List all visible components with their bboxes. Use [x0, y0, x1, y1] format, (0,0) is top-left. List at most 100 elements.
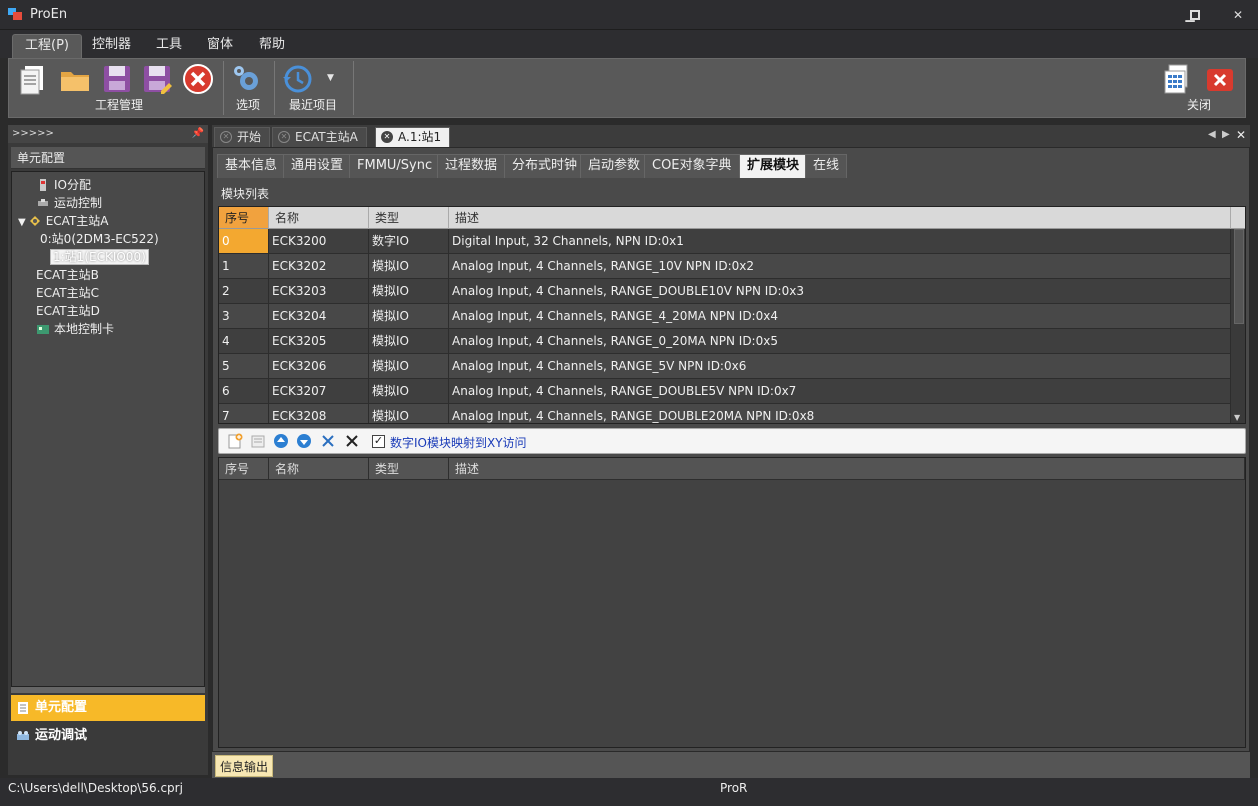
tree-item-station-1[interactable]: 1:站1(ECKIO00): [50, 248, 149, 266]
cell-desc[interactable]: Analog Input, 4 Channels, RANGE_DOUBLE10…: [449, 279, 1231, 304]
table-row[interactable]: 2 ECK3203 模拟IO Analog Input, 4 Channels, RA…: [219, 279, 1231, 304]
cell-index[interactable]: 7: [219, 404, 269, 423]
table-row[interactable]: 7 ECK3208 模拟IO Analog Input, 4 Channels, RA…: [219, 404, 1231, 423]
tree-item-ecat-b[interactable]: ECAT主站B: [36, 266, 99, 284]
cell-type[interactable]: 模拟IO: [369, 279, 449, 304]
col-header-name[interactable]: 名称: [269, 207, 369, 229]
table-row[interactable]: 5 ECK3206 模拟IO Analog Input, 4 Channels, RA…: [219, 354, 1231, 379]
close-window-button[interactable]: ✕: [1224, 5, 1252, 25]
tree-item-motion[interactable]: 运动控制: [36, 194, 102, 212]
panel-header[interactable]: >>>>> 📌: [8, 125, 208, 143]
cell-desc[interactable]: Analog Input, 4 Channels, RANGE_4_20MA N…: [449, 304, 1231, 329]
scroll-thumb[interactable]: [1234, 229, 1244, 324]
scroll-left-icon[interactable]: ◀: [1208, 129, 1216, 140]
subtab-online[interactable]: 在线: [805, 154, 848, 178]
tree-item-ecat-a[interactable]: ▼ ECAT主站A: [18, 212, 108, 230]
close-tab-icon[interactable]: ✕: [381, 131, 393, 143]
tab-ecat-master-a[interactable]: ✕ ECAT主站A: [272, 127, 367, 147]
save-icon[interactable]: [101, 63, 133, 95]
tab-station-1[interactable]: ✕ A.1:站1: [375, 127, 451, 147]
close-tab-icon[interactable]: ✕: [278, 131, 290, 143]
table-row[interactable]: 6 ECK3207 模拟IO Analog Input, 4 Channels, RA…: [219, 379, 1231, 404]
subtab-fmmu[interactable]: FMMU/Sync: [349, 154, 441, 178]
cell-index[interactable]: 5: [219, 354, 269, 379]
cell-type[interactable]: 数字IO: [369, 229, 449, 254]
new-file-icon[interactable]: [17, 63, 49, 95]
subtab-dc[interactable]: 分布式时钟: [504, 154, 586, 178]
close-project-icon[interactable]: [182, 63, 214, 95]
subtab-process-data[interactable]: 过程数据: [437, 154, 506, 178]
insert-module-icon[interactable]: [250, 433, 266, 449]
menu-window[interactable]: 窗体: [195, 34, 245, 58]
subtab-general[interactable]: 通用设置: [283, 154, 352, 178]
cell-desc[interactable]: Analog Input, 4 Channels, RANGE_5V NPN I…: [449, 354, 1231, 379]
cell-index[interactable]: 1: [219, 254, 269, 279]
cell-name[interactable]: ECK3200: [269, 229, 369, 254]
history-icon[interactable]: [281, 63, 313, 95]
cell-desc[interactable]: Analog Input, 4 Channels, RANGE_DOUBLE5V…: [449, 379, 1231, 404]
tab-unit-config[interactable]: 单元配置: [11, 695, 205, 721]
cell-name[interactable]: ECK3208: [269, 404, 369, 423]
subtab-startup[interactable]: 启动参数: [580, 154, 649, 178]
cell-name[interactable]: ECK3204: [269, 304, 369, 329]
cell-name[interactable]: ECK3203: [269, 279, 369, 304]
tree-item-ecat-d[interactable]: ECAT主站D: [36, 302, 100, 320]
col-header-index[interactable]: 序号: [219, 458, 269, 480]
gear-icon[interactable]: [231, 63, 263, 95]
move-up-icon[interactable]: [273, 433, 289, 449]
cell-desc[interactable]: Digital Input, 32 Channels, NPN ID:0x1: [449, 229, 1231, 254]
cell-index[interactable]: 4: [219, 329, 269, 354]
tab-start[interactable]: ✕ 开始: [214, 127, 271, 147]
cell-type[interactable]: 模拟IO: [369, 354, 449, 379]
table-row[interactable]: 3 ECK3204 模拟IO Analog Input, 4 Channels, RA…: [219, 304, 1231, 329]
maximize-button[interactable]: [1181, 5, 1209, 25]
tree-item-io[interactable]: IO分配: [36, 176, 91, 194]
expand-triangle-icon[interactable]: ▼: [18, 217, 26, 228]
cell-index[interactable]: 0: [219, 229, 269, 254]
tree-item-local-card[interactable]: 本地控制卡: [36, 320, 114, 338]
scroll-right-icon[interactable]: ▶: [1222, 129, 1230, 140]
cell-type[interactable]: 模拟IO: [369, 404, 449, 423]
cell-type[interactable]: 模拟IO: [369, 329, 449, 354]
map-xy-label[interactable]: 数字IO模块映射到XY访问: [390, 434, 527, 451]
cell-name[interactable]: ECK3202: [269, 254, 369, 279]
chevron-down-icon[interactable]: ▼: [327, 73, 334, 83]
cell-name[interactable]: ECK3205: [269, 329, 369, 354]
col-header-index[interactable]: 序号: [219, 207, 269, 229]
subtab-ext-module[interactable]: 扩展模块: [739, 154, 808, 178]
document-grid-icon[interactable]: [1161, 63, 1193, 95]
cell-index[interactable]: 2: [219, 279, 269, 304]
clear-icon[interactable]: [344, 433, 360, 449]
save-as-icon[interactable]: [141, 63, 173, 95]
col-header-type[interactable]: 类型: [369, 207, 449, 229]
cell-desc[interactable]: Analog Input, 4 Channels, RANGE_10V NPN …: [449, 254, 1231, 279]
menu-help[interactable]: 帮助: [247, 34, 297, 58]
col-header-desc[interactable]: 描述: [449, 207, 1231, 229]
tab-motion-debug[interactable]: 运动调试: [11, 723, 205, 749]
cell-type[interactable]: 模拟IO: [369, 379, 449, 404]
tab-info-output[interactable]: 信息输出: [215, 755, 273, 777]
close-tab-icon[interactable]: ✕: [220, 131, 232, 143]
scroll-down-icon[interactable]: ▼: [1234, 413, 1240, 422]
cell-desc[interactable]: Analog Input, 4 Channels, RANGE_0_20MA N…: [449, 329, 1231, 354]
table-row[interactable]: 1 ECK3202 模拟IO Analog Input, 4 Channels, RA…: [219, 254, 1231, 279]
menu-controller[interactable]: 控制器: [80, 34, 143, 58]
col-header-desc[interactable]: 描述: [449, 458, 1245, 480]
tree-item-station-0[interactable]: 0:站0(2DM3-EC522): [40, 230, 159, 248]
cell-type[interactable]: 模拟IO: [369, 304, 449, 329]
col-header-name[interactable]: 名称: [269, 458, 369, 480]
menu-project[interactable]: 工程(P): [12, 34, 82, 58]
cell-desc[interactable]: Analog Input, 4 Channels, RANGE_DOUBLE20…: [449, 404, 1231, 423]
close-icon[interactable]: [1204, 63, 1236, 95]
move-down-icon[interactable]: [296, 433, 312, 449]
col-header-type[interactable]: 类型: [369, 458, 449, 480]
tree-item-ecat-c[interactable]: ECAT主站C: [36, 284, 99, 302]
subtab-coe[interactable]: COE对象字典: [644, 154, 740, 178]
delete-icon[interactable]: [320, 433, 336, 449]
vertical-scrollbar[interactable]: ▼: [1231, 229, 1245, 423]
close-all-icon[interactable]: ✕: [1236, 128, 1246, 142]
cell-name[interactable]: ECK3206: [269, 354, 369, 379]
pin-icon[interactable]: 📌: [192, 125, 204, 143]
table-row[interactable]: 0 ECK3200 数字IO Digital Input, 32 Channels, …: [219, 229, 1231, 254]
cell-index[interactable]: 6: [219, 379, 269, 404]
